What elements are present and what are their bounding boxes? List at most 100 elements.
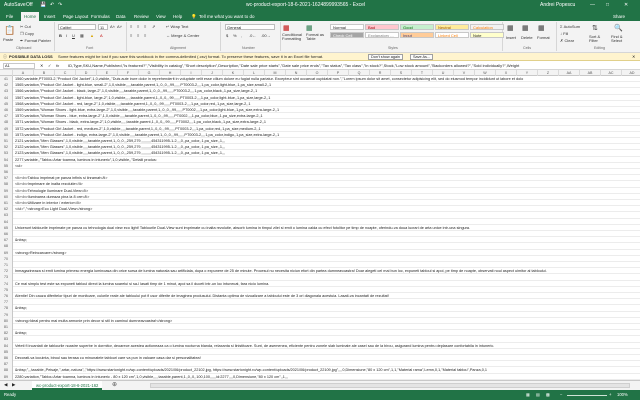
cell-value[interactable]: 2277,variable,,"Tablou Artar toamna, lum… — [15, 157, 157, 163]
merge-center-button[interactable]: ↔ Merge & Center — [166, 33, 199, 38]
cell-value[interactable]: <strong>Reincarcare</strong> — [15, 250, 67, 256]
formula-input[interactable]: ID,Type,SKU,Name,Published,"Is featured?… — [68, 63, 634, 68]
tab-home[interactable]: Home — [21, 12, 40, 21]
tab-view[interactable]: View — [153, 12, 169, 21]
save-icon[interactable]: 💾 — [40, 2, 46, 8]
middle-align-icon[interactable]: ≡ — [137, 24, 139, 29]
cell-value[interactable]: <li><b>Utilizare in interior / exterior<… — [15, 200, 81, 206]
find-select-icon[interactable]: 🔍 — [614, 24, 623, 32]
cell-value[interactable]: 1572,variation,"Product Girl Jacket - re… — [15, 126, 261, 132]
cell-value[interactable]: 1565,variation,"Product Girl Jacket - li… — [15, 82, 271, 88]
cell-style-option[interactable]: Normal — [330, 24, 364, 30]
zoom-in-icon[interactable]: + — [609, 392, 611, 397]
conditional-formatting-button[interactable]: Conditional Formatting — [282, 33, 304, 41]
cell-value[interactable]: 2121,variation,"Men Glasses",1,0,visible… — [15, 138, 225, 144]
minimize-icon[interactable]: — — [590, 2, 595, 8]
sort-filter-button[interactable]: Sort & Filter — [589, 35, 607, 43]
cell-value[interactable]: <strong>Ideal pentru mai multa armonie p… — [15, 318, 172, 324]
share-button[interactable]: Share — [610, 12, 628, 21]
cell-value[interactable]: 1570,variation,"Woman Shoes - blue, extr… — [15, 113, 263, 119]
cell-value[interactable]: <li><b>Tehnologie Iluminare Dual-View</l… — [15, 188, 88, 194]
italic-icon[interactable]: I — [66, 33, 67, 38]
cell-style-option[interactable]: Good — [400, 24, 434, 30]
cell-value[interactable]: <li><b>Tablou imprimat pe panza infinis … — [15, 175, 107, 181]
cell-value[interactable]: Atentie! Din cauza diferitelor tipuri de… — [15, 293, 389, 299]
clear-button[interactable]: ✗ Clear — [560, 38, 574, 43]
tab-help[interactable]: Help — [170, 12, 185, 21]
cell-value[interactable]: <ul> — [15, 163, 22, 169]
fill-color-icon[interactable]: ▲ — [90, 33, 94, 38]
paste-icon[interactable]: 📋 — [4, 25, 15, 36]
spreadsheet-grid[interactable]: 41 1560,variable,PT0003-2,"Product Girl J… — [0, 76, 640, 380]
maximize-icon[interactable]: □ — [606, 2, 609, 8]
cell-value[interactable]: Veteti fi incantati de tablourile noastr… — [15, 343, 494, 349]
align-center-icon[interactable]: ≡ — [137, 33, 139, 38]
cell-value[interactable]: <li><b>Imprimare de inalta rezolutie</li… — [15, 181, 83, 187]
cut-button[interactable]: ✂ Cut — [20, 24, 31, 29]
undo-icon[interactable]: ↶ — [50, 2, 54, 8]
percent-icon[interactable]: % — [233, 33, 237, 38]
currency-icon[interactable]: $ — [226, 33, 228, 38]
cell-value[interactable]: <li><b>Iluminarea dureaza pina la 8 ore<… — [15, 194, 89, 200]
zoom-slider[interactable] — [567, 395, 607, 396]
row-number[interactable]: 89 — [0, 373, 13, 380]
cell-value[interactable]: Inmagazineaza si emit lumina primesc ene… — [15, 268, 547, 274]
cell-value[interactable]: 2123,variation,"Men Glasses",1,0,visible… — [15, 150, 225, 156]
shrink-font-icon[interactable]: A˅ — [117, 24, 122, 29]
sort-filter-icon[interactable]: ⇅ — [592, 24, 598, 32]
cell-value[interactable]: 1568,variation,"Product Girl Jacket - re… — [15, 101, 251, 107]
comma-icon[interactable]: , — [241, 33, 242, 38]
cell-style-option[interactable]: Neutral — [435, 24, 469, 30]
page-layout-view-icon[interactable]: ▤ — [536, 392, 540, 397]
page-break-view-icon[interactable]: ▩ — [546, 392, 550, 397]
dont-show-again-button[interactable]: Don't show again — [368, 54, 404, 60]
dismiss-warning-icon[interactable]: ✕ — [632, 54, 635, 59]
format-table-icon[interactable]: ▦ — [306, 24, 313, 32]
font-name-select[interactable]: Calibri — [58, 24, 96, 30]
prev-sheet-icon[interactable]: ◀ — [4, 382, 7, 388]
name-box[interactable]: A1 — [3, 63, 35, 69]
cell-value[interactable]: 1560,variable,PT0003-2,"Product Girl Jac… — [15, 76, 523, 82]
cell-value[interactable]: 2122,variation,"Men Glasses",1,0,visible… — [15, 144, 225, 150]
cell-value[interactable]: 1569,variation,"Woman Shoes - light-blue… — [15, 107, 279, 113]
user-name[interactable]: Andrei Popescu — [540, 2, 575, 8]
format-as-table-button[interactable]: Format as Table — [306, 33, 324, 41]
sheet-tab[interactable]: wc-product-export-18-6-2021-162 — [32, 381, 103, 390]
next-sheet-icon[interactable]: ▶ — [12, 382, 15, 388]
tab-review[interactable]: Review — [131, 12, 152, 21]
paste-button[interactable]: Paste — [3, 37, 13, 42]
cancel-icon[interactable]: ✕ — [40, 63, 43, 68]
tab-insert[interactable]: Insert — [41, 12, 58, 21]
cell-value[interactable]: 1571,variation,"Woman Shoes - black, ext… — [15, 119, 266, 125]
cell-value[interactable]: Decorati-va locuinta, biroul sau terasa … — [15, 355, 201, 361]
cell-value[interactable]: 1566,variation,"Product Girl Jacket - bl… — [15, 88, 257, 94]
bold-icon[interactable]: B — [59, 33, 62, 38]
tab-formulas[interactable]: Formulas — [88, 12, 113, 21]
autosave-toggle[interactable]: Off — [26, 2, 33, 8]
fill-button[interactable]: ↓ Fill — [560, 31, 568, 36]
horizontal-scrollbar[interactable] — [150, 383, 630, 388]
align-right-icon[interactable]: ≡ — [144, 33, 146, 38]
find-select-button[interactable]: Find & Select — [611, 35, 631, 43]
insert-cells-icon[interactable]: ▦ — [507, 24, 514, 32]
format-cells-button[interactable]: Format — [537, 35, 550, 40]
cell-value[interactable]: Ce mai simplu test este sa expuneti tabl… — [15, 281, 269, 287]
tell-me-search[interactable]: Tell me what you want to do — [196, 12, 258, 21]
cell-value[interactable]: &nbsp; — [15, 305, 27, 311]
format-cells-icon[interactable]: ▦ — [538, 24, 545, 32]
enter-icon[interactable]: ✓ — [48, 63, 51, 68]
font-size-select[interactable]: 11 — [98, 24, 108, 30]
cell-style-option[interactable]: Calculation — [470, 24, 504, 30]
delete-cells-button[interactable]: Delete — [521, 35, 533, 40]
cell-style-option[interactable]: Check Cell — [330, 32, 364, 38]
save-as-button[interactable]: Save As... — [410, 54, 434, 60]
borders-icon[interactable]: ▦ — [80, 33, 84, 38]
underline-icon[interactable]: U — [72, 33, 75, 38]
font-color-icon[interactable]: A — [100, 33, 103, 38]
tab-data[interactable]: Data — [113, 12, 129, 21]
cell-value[interactable]: 2280,variation,"Tablou Artar toamna, lum… — [15, 374, 288, 380]
cell-style-option[interactable]: Explanatory ... — [365, 32, 399, 38]
cell-value[interactable]: &nbsp; — [15, 330, 27, 336]
insert-cells-button[interactable]: Insert — [506, 35, 516, 40]
grow-font-icon[interactable]: A˄ — [110, 24, 115, 29]
